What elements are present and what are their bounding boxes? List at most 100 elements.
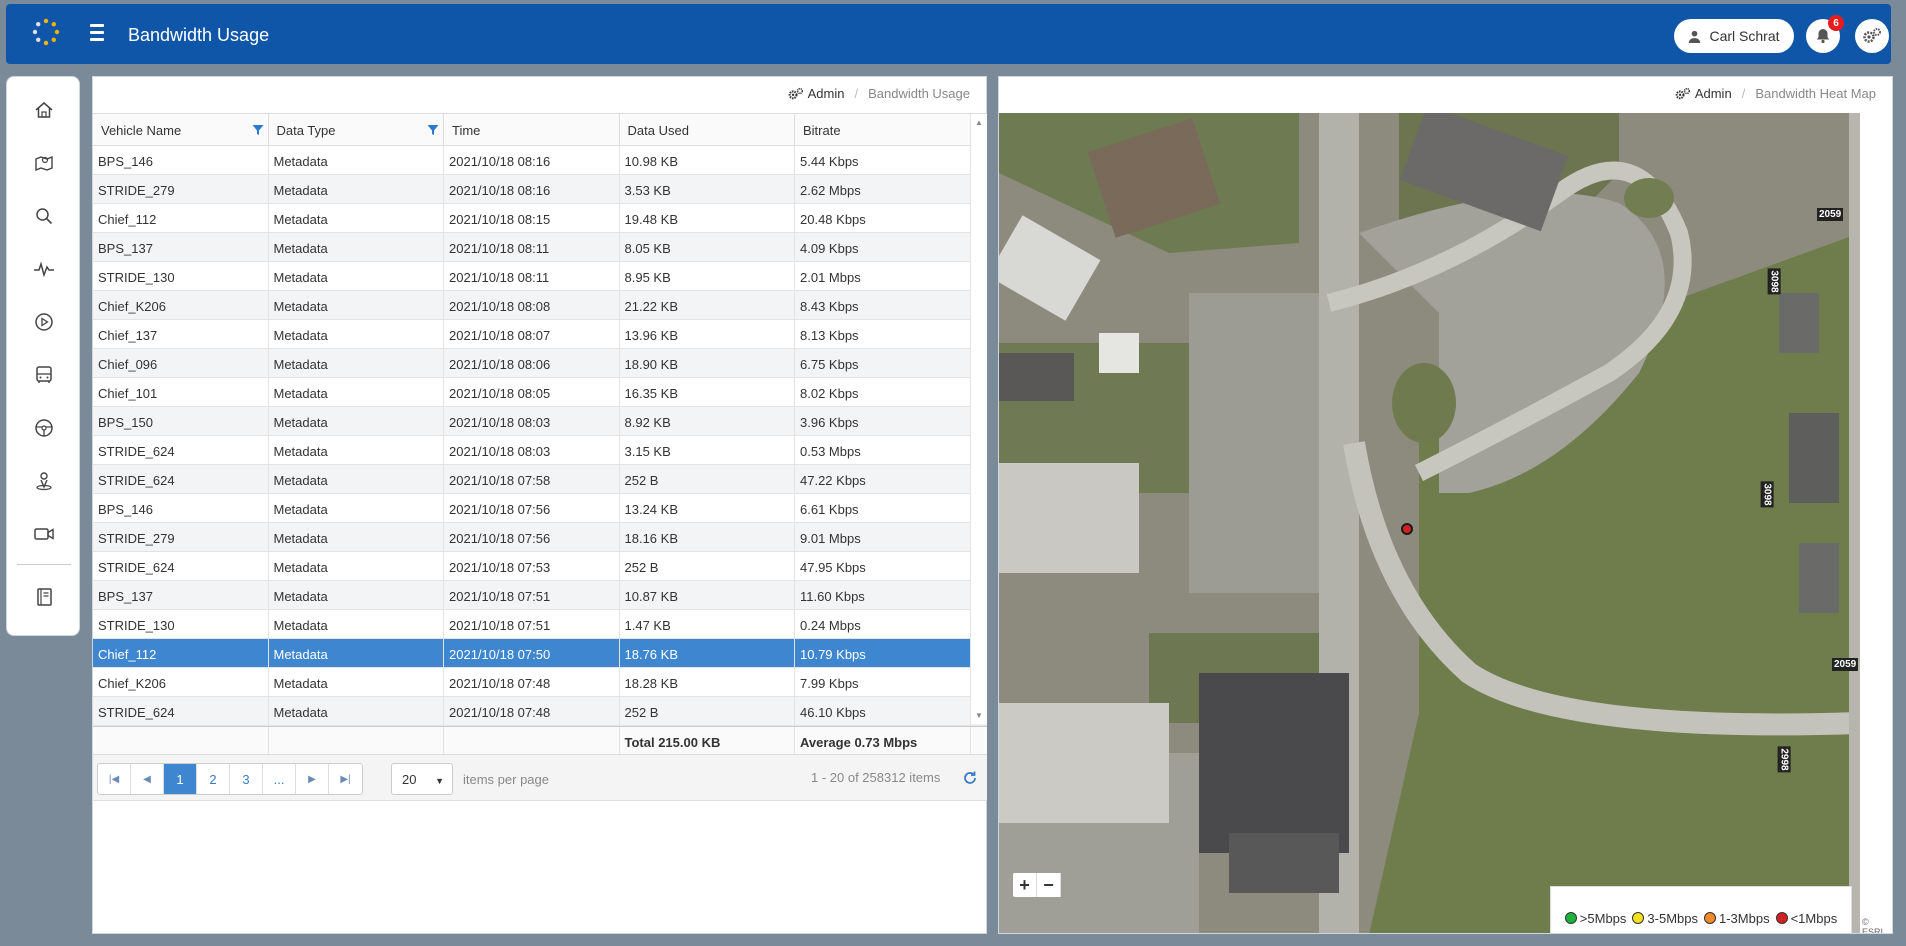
table-row[interactable]: Chief_101 Metadata 2021/10/18 08:05 16.35 K… (93, 378, 987, 407)
table-cell: 2021/10/18 07:50 (444, 639, 620, 667)
breadcrumb-admin-link[interactable]: Admin (1675, 86, 1732, 101)
sidebar-item-users[interactable] (31, 468, 57, 494)
sidebar-item-reports[interactable] (31, 584, 57, 610)
table-cell: 252 B (620, 697, 795, 725)
table-cell: Metadata (269, 407, 444, 435)
breadcrumb-admin-label: Admin (807, 86, 845, 101)
grid-body[interactable]: BPS_146 Metadata 2021/10/18 08:16 10.98 KB 5… (93, 146, 987, 726)
sidebar-item-video[interactable] (31, 521, 57, 547)
table-row[interactable]: Chief_K206 Metadata 2021/10/18 08:08 21.22 … (93, 291, 987, 320)
table-row[interactable]: STRIDE_624 Metadata 2021/10/18 08:03 3.15 K… (93, 436, 987, 465)
table-row[interactable]: Chief_112 Metadata 2021/10/18 07:50 18.76 K… (93, 639, 987, 668)
vehicle-marker[interactable] (1401, 523, 1413, 535)
next-page-button[interactable]: ▶ (296, 764, 329, 794)
table-cell: BPS_137 (93, 233, 269, 261)
table-row[interactable]: STRIDE_279 Metadata 2021/10/18 07:56 18.16 … (93, 523, 987, 552)
table-cell: Chief_096 (93, 349, 269, 377)
notifications-button[interactable]: 6 (1806, 15, 1844, 53)
grid-header: Vehicle Name Data Type Time Data Used Bitrat… (93, 114, 987, 146)
table-cell: 2021/10/18 08:06 (444, 349, 620, 377)
table-cell: 252 B (620, 552, 795, 580)
column-header-data-used[interactable]: Data Used (620, 114, 795, 146)
table-row[interactable]: BPS_146 Metadata 2021/10/18 08:16 10.98 KB 5… (93, 146, 987, 175)
table-cell: 7.99 Kbps (795, 668, 971, 696)
table-cell: 2021/10/18 08:07 (444, 320, 620, 348)
gears-icon (788, 87, 803, 99)
menu-toggle-button[interactable] (86, 24, 108, 42)
last-page-button[interactable]: ▶| (329, 764, 362, 794)
table-cell: 0.53 Mbps (795, 436, 971, 464)
scroll-down-icon[interactable]: ▼ (975, 711, 983, 720)
page-button[interactable]: 2 (197, 764, 230, 794)
prev-page-button[interactable]: ◀ (131, 764, 164, 794)
breadcrumb: Admin / Bandwidth Usage (788, 86, 970, 101)
sidebar-item-map[interactable] (31, 150, 57, 176)
zoom-in-button[interactable]: + (1013, 873, 1037, 897)
table-row[interactable]: BPS_146 Metadata 2021/10/18 07:56 13.24 KB 6… (93, 494, 987, 523)
filter-icon[interactable] (427, 124, 439, 136)
pager-buttons: |◀ ◀ 1 2 3... ▶ ▶| (97, 763, 363, 795)
page-button[interactable]: ... (263, 764, 296, 794)
table-row[interactable]: STRIDE_130 Metadata 2021/10/18 07:51 1.47 K… (93, 610, 987, 639)
legend-item: <1Mbps (1775, 911, 1837, 926)
table-row[interactable]: STRIDE_624 Metadata 2021/10/18 07:58 252 B4… (93, 465, 987, 494)
table-row[interactable]: BPS_137 Metadata 2021/10/18 07:51 10.87 KB 1… (93, 581, 987, 610)
first-page-button[interactable]: |◀ (98, 764, 131, 794)
app-logo[interactable] (32, 18, 60, 46)
steering-wheel-icon (35, 419, 53, 437)
grid-scrollbar[interactable]: ▲ ▼ (970, 114, 987, 724)
table-cell: 2021/10/18 08:15 (444, 204, 620, 232)
sidebar-item-diagnostics[interactable] (31, 256, 57, 282)
table-cell: Chief_112 (93, 639, 269, 667)
table-cell: 2.62 Mbps (795, 175, 971, 203)
table-row[interactable]: Chief_137 Metadata 2021/10/18 08:07 13.96 K… (93, 320, 987, 349)
table-cell: 2021/10/18 08:08 (444, 291, 620, 319)
sidebar-item-home[interactable] (31, 97, 57, 123)
table-row[interactable]: Chief_096 Metadata 2021/10/18 08:06 18.90 K… (93, 349, 987, 378)
scroll-up-icon[interactable]: ▲ (975, 118, 983, 127)
table-cell: 8.43 Kbps (795, 291, 971, 319)
table-cell: STRIDE_624 (93, 697, 269, 725)
zoom-out-button[interactable]: − (1037, 873, 1061, 897)
page-button[interactable]: 1 (164, 764, 197, 794)
table-row[interactable]: STRIDE_279 Metadata 2021/10/18 08:16 3.53 K… (93, 175, 987, 204)
filter-icon[interactable] (252, 124, 264, 136)
table-row[interactable]: Chief_112 Metadata 2021/10/18 08:15 19.48 K… (93, 204, 987, 233)
table-cell: Metadata (269, 291, 444, 319)
column-header-data-type[interactable]: Data Type (269, 114, 444, 146)
breadcrumb-admin-link[interactable]: Admin (788, 86, 845, 101)
sidebar-item-playback[interactable] (31, 309, 57, 335)
hamburger-icon (90, 24, 104, 27)
table-row[interactable]: STRIDE_130 Metadata 2021/10/18 08:11 8.95 K… (93, 262, 987, 291)
user-menu-button[interactable]: Carl Schrat (1674, 19, 1794, 53)
table-cell: 10.87 KB (620, 581, 795, 609)
table-cell: 2021/10/18 07:51 (444, 610, 620, 638)
sidebar-item-drivers[interactable] (31, 415, 57, 441)
table-cell: 2021/10/18 08:16 (444, 146, 620, 174)
table-cell: 47.22 Kbps (795, 465, 971, 493)
table-cell: Chief_137 (93, 320, 269, 348)
satellite-map[interactable]: 2059 3098 3098 2059 2998 + − >5Mbps 3-5Mb… (999, 113, 1860, 933)
column-header-vehicle-name[interactable]: Vehicle Name (93, 114, 269, 146)
breadcrumb-separator: / (1741, 86, 1746, 101)
table-cell: 2021/10/18 07:48 (444, 668, 620, 696)
column-header-bitrate[interactable]: Bitrate (795, 114, 971, 146)
table-row[interactable]: BPS_150 Metadata 2021/10/18 08:03 8.92 KB 3.… (93, 407, 987, 436)
table-row[interactable]: STRIDE_624 Metadata 2021/10/18 07:53 252 B4… (93, 552, 987, 581)
table-row[interactable]: Chief_K206 Metadata 2021/10/18 07:48 18.28 … (93, 668, 987, 697)
column-header-time[interactable]: Time (444, 114, 620, 146)
sidebar-item-search[interactable] (31, 203, 57, 229)
table-row[interactable]: BPS_137 Metadata 2021/10/18 08:11 8.05 KB 4.… (93, 233, 987, 262)
table-cell: 6.61 Kbps (795, 494, 971, 522)
refresh-icon[interactable] (962, 770, 978, 786)
items-per-page-select[interactable]: 20 ▼ (391, 763, 453, 795)
settings-button[interactable] (1855, 19, 1889, 53)
map-icon (35, 155, 53, 172)
table-row[interactable]: STRIDE_624 Metadata 2021/10/18 07:48 252 B4… (93, 697, 987, 726)
page-button[interactable]: 3 (230, 764, 263, 794)
legend-item: >5Mbps (1564, 911, 1626, 926)
table-cell: 2021/10/18 08:03 (444, 436, 620, 464)
sidebar-item-vehicles[interactable] (31, 362, 57, 388)
table-cell: Metadata (269, 639, 444, 667)
table-cell: 10.79 Kbps (795, 639, 971, 667)
